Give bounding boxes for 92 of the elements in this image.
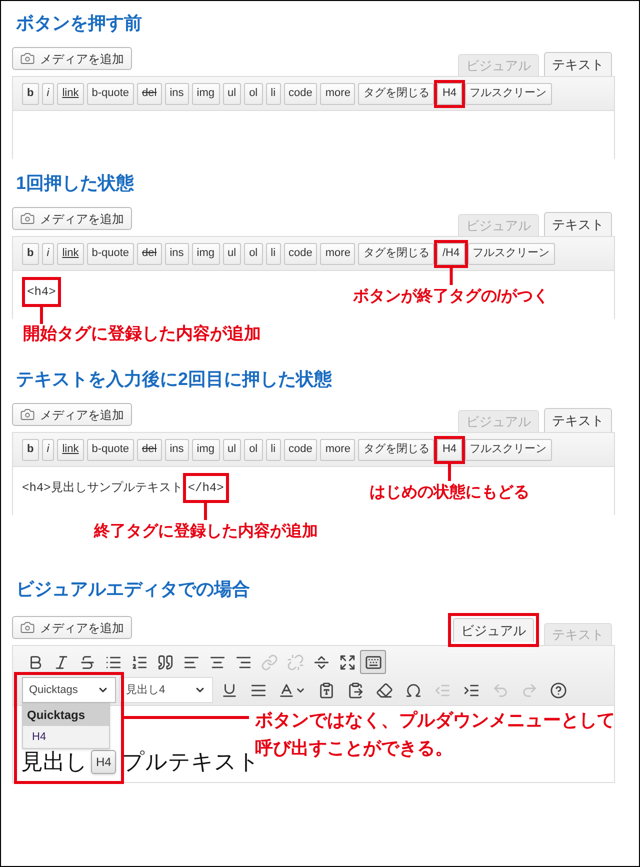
tag-text: <h4>見出しサンプルテキスト: [22, 480, 183, 497]
quicktag-button[interactable]: /H4: [437, 242, 465, 264]
format-dropdown[interactable]: Quicktags: [22, 677, 116, 703]
quicktag-button[interactable]: H4: [437, 82, 462, 104]
tag-text: <h4>: [27, 284, 56, 301]
quicktag-button[interactable]: del: [137, 242, 162, 264]
quicktag-button[interactable]: ol: [244, 438, 263, 460]
quicktag-button[interactable]: ins: [164, 82, 189, 104]
editor-tab[interactable]: ビジュアル: [453, 618, 534, 642]
camera-icon: [20, 211, 35, 226]
quicktag-button[interactable]: i: [42, 438, 54, 460]
quicktag-button[interactable]: b: [22, 82, 39, 104]
quicktag-button[interactable]: ins: [164, 242, 189, 264]
section-heading: テキストを入力後に2回目に押した状態: [15, 368, 334, 391]
section-heading: ビジュアルエディタでの場合: [15, 578, 251, 601]
quicktag-button[interactable]: ul: [222, 82, 242, 104]
quicktag-button[interactable]: li: [266, 242, 281, 264]
eraser-icon: [376, 682, 392, 698]
quicktag-button[interactable]: ul: [222, 438, 242, 460]
callout-text: はじめの状態にもどる: [369, 482, 530, 502]
quicktag-button[interactable]: H4: [437, 438, 462, 460]
quicktag-button[interactable]: code: [284, 82, 318, 104]
quicktag-button[interactable]: ins: [164, 438, 189, 460]
undo-icon: [492, 682, 508, 698]
add-media-button[interactable]: メディアを追加: [12, 47, 132, 70]
quicktag-button[interactable]: more: [320, 242, 356, 264]
help-icon: [550, 682, 566, 698]
callout-text: ボタンが終了タグの/がつく: [352, 286, 550, 306]
quicktag-button[interactable]: タグを閉じる: [358, 82, 434, 104]
omega-icon: [404, 682, 422, 698]
menu-item[interactable]: Quicktags: [23, 704, 109, 726]
section-heading: ボタンを押す前: [15, 12, 143, 35]
content-text: 見出し: [21, 748, 88, 776]
section-heading: 1回押した状態: [15, 172, 136, 195]
strikethrough-icon: [78, 654, 96, 670]
quicktag-button[interactable]: img: [192, 242, 220, 264]
quicktag-button[interactable]: link: [57, 82, 84, 104]
add-media-button[interactable]: メディアを追加: [12, 403, 132, 426]
quicktag-button[interactable]: フルスクリーン: [468, 242, 555, 264]
paste-text-icon: [318, 682, 334, 698]
numbered-list-icon: [130, 654, 148, 670]
editor-tab[interactable]: テキスト: [544, 52, 612, 76]
paste-word-icon: [346, 682, 364, 698]
quicktag-button[interactable]: b-quote: [86, 242, 134, 264]
quicktag-button[interactable]: li: [266, 82, 281, 104]
redo-icon: [520, 682, 538, 698]
camera-icon: [20, 620, 35, 635]
quicktag-button[interactable]: ol: [244, 242, 263, 264]
quicktag-button[interactable]: del: [137, 82, 162, 104]
quicktag-button[interactable]: more: [320, 438, 356, 460]
add-media-button[interactable]: メディアを追加: [12, 207, 132, 230]
unlink-icon: [286, 654, 304, 670]
quicktag-button[interactable]: b-quote: [86, 438, 134, 460]
tooltip: H4: [91, 750, 116, 774]
quicktag-button[interactable]: b: [22, 242, 39, 264]
quicktag-button[interactable]: li: [266, 438, 281, 460]
quicktag-button[interactable]: del: [137, 438, 162, 460]
menu-item[interactable]: H4: [23, 726, 109, 748]
quicktag-button[interactable]: i: [42, 82, 54, 104]
camera-icon: [20, 407, 35, 422]
quicktag-button[interactable]: code: [284, 242, 318, 264]
quicktag-button[interactable]: code: [284, 438, 318, 460]
quicktag-button[interactable]: b: [22, 438, 39, 460]
quicktag-button[interactable]: タグを閉じる: [358, 438, 434, 460]
editor-tab[interactable]: テキスト: [544, 408, 612, 432]
quicktag-button[interactable]: link: [57, 438, 84, 460]
tag-text: </h4>: [188, 480, 224, 497]
format-dropdown[interactable]: 見出し4: [119, 677, 213, 703]
quicktag-button[interactable]: フルスクリーン: [464, 438, 552, 460]
quicktag-button[interactable]: i: [42, 242, 54, 264]
quicktag-button[interactable]: more: [320, 82, 356, 104]
quicktag-button[interactable]: フルスクリーン: [464, 82, 552, 104]
quote-icon: [156, 654, 174, 670]
quicktag-button[interactable]: img: [192, 82, 220, 104]
link-icon: [260, 654, 278, 670]
quicktag-button[interactable]: img: [192, 438, 220, 460]
quicktag-button[interactable]: ul: [222, 242, 242, 264]
keyboard-icon: [364, 654, 382, 670]
keyboard-button[interactable]: [360, 650, 386, 674]
add-media-button[interactable]: メディアを追加: [12, 616, 132, 639]
quicktag-button[interactable]: タグを閉じる: [358, 242, 434, 264]
editor-tab[interactable]: テキスト: [544, 212, 612, 236]
quicktag-button[interactable]: link: [57, 242, 84, 264]
underline-icon: [220, 682, 238, 698]
quicktag-button[interactable]: ol: [244, 82, 263, 104]
fullscreen-icon: [338, 654, 356, 670]
camera-icon: [20, 51, 35, 66]
quicktag-button[interactable]: b-quote: [86, 82, 134, 104]
callout-text: 開始タグに登録した内容が追加: [23, 324, 261, 347]
callout-text: 終了タグに登録した内容が追加: [94, 521, 318, 543]
page-break-icon: [312, 654, 330, 670]
text-color-icon: [278, 682, 295, 698]
